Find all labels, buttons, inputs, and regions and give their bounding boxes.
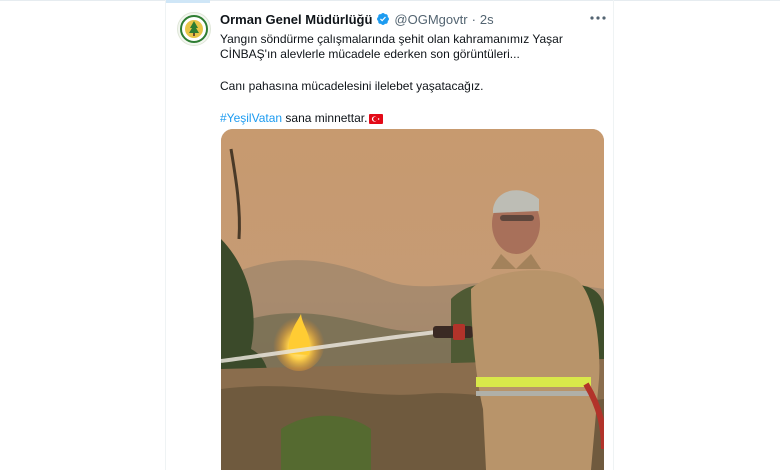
tweet-text-paragraph-1: Yangın söndürme çalışmalarında şehit ola… [220, 32, 563, 61]
tweet-timestamp[interactable]: 2s [480, 12, 494, 27]
tweet-text: Yangın söndürme çalışmalarında şehit ola… [220, 32, 605, 126]
turkey-flag-icon [369, 114, 384, 124]
card-right-border [613, 0, 614, 470]
tweet-text-paragraph-3: #YeşilVatan sana minnettar. [220, 111, 605, 126]
top-accent-strip [165, 0, 210, 3]
top-divider [0, 0, 780, 1]
hashtag-link[interactable]: #YeşilVatan [220, 111, 282, 125]
user-handle[interactable]: @OGMgovtr [394, 12, 467, 27]
tweet-text-suffix: sana minnettar. [282, 111, 368, 125]
card-left-border [165, 0, 166, 470]
tweet-header: Orman Genel Müdürlüğü @OGMgovtr · 2s [220, 10, 600, 28]
separator-dot: · [471, 11, 476, 27]
more-dots-icon[interactable] [589, 9, 607, 27]
tweet-video[interactable] [221, 129, 604, 470]
ogm-logo-icon [180, 15, 208, 43]
video-frame [221, 129, 604, 470]
tweet-text-paragraph-2: Canı pahasına mücadelesini ilelebet yaşa… [220, 79, 484, 93]
verified-badge-icon [377, 13, 390, 25]
avatar[interactable] [177, 12, 211, 46]
display-name[interactable]: Orman Genel Müdürlüğü [220, 12, 372, 27]
